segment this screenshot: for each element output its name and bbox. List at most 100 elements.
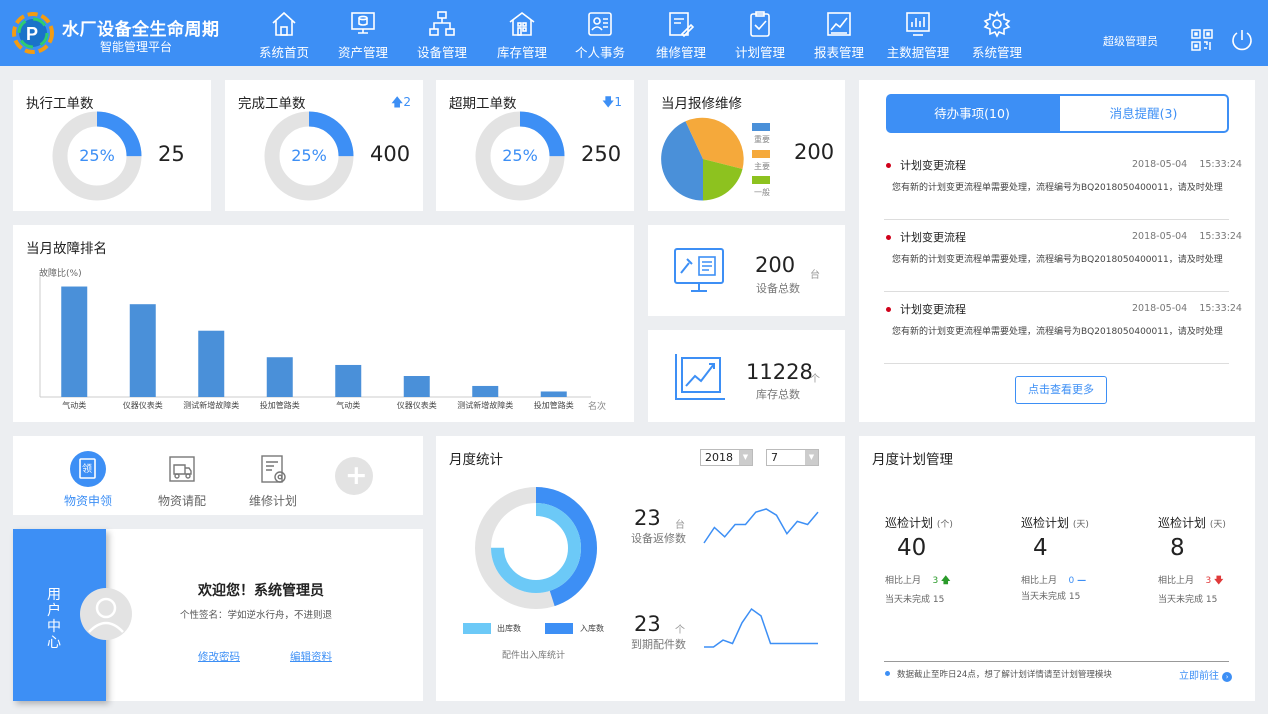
kpi-percent: 25% [79, 146, 115, 165]
nav-label: 计划管理 [734, 45, 785, 60]
fault-bar-chart [39, 277, 591, 398]
kpi-card-completed[interactable]: 完成工单数 🡅2 25% 400 [225, 80, 423, 211]
nav-label: 资产管理 [337, 45, 388, 60]
truck-icon [169, 456, 195, 482]
change-password-link[interactable]: 修改密码 [198, 649, 240, 664]
view-more-button[interactable]: 点击查看更多 [1015, 376, 1107, 404]
power-icon[interactable] [1230, 28, 1254, 52]
bar-category-label: 气动类 [336, 401, 361, 410]
top-header: P 水厂设备全生命周期 智能管理平台 系统首页 资产管理 设备管理 库存管理 个… [0, 0, 1268, 66]
legend-label: 主要 [754, 162, 770, 171]
nav-device[interactable]: 设备管理 [406, 8, 478, 62]
arrow-up-icon: 🡅 [391, 95, 404, 109]
trend-down: 🡇1 [602, 93, 622, 114]
nav-master-data[interactable]: 主数据管理 [882, 8, 954, 62]
user-center-label: 用户中心 [47, 587, 61, 651]
kpi-card-overdue[interactable]: 超期工单数 🡇1 25% 250 [436, 80, 634, 211]
go-now-link[interactable]: 立即前往 › [1179, 667, 1233, 682]
bar[interactable] [540, 391, 567, 397]
qr-code-icon[interactable] [1190, 28, 1214, 52]
month-value: 7 [771, 451, 778, 464]
tab-messages[interactable]: 消息提醒(3) [1058, 94, 1229, 133]
nav-system[interactable]: 系统管理 [961, 8, 1033, 62]
todo-desc: 您有新的计划变更流程单需要处理，流程编号为BQ2018050400011，请及时… [892, 255, 1223, 265]
nav-label: 个人事务 [574, 45, 625, 60]
brand-title: 水厂设备全生命周期 [62, 20, 220, 40]
legend-swatch-in [545, 623, 573, 634]
device-total: 200 [755, 253, 796, 277]
todo-item[interactable]: 计划变更流程 2018-05-04 15:33:24 您有新的计划变更流程单需要… [884, 226, 1242, 292]
nav-label: 系统管理 [971, 45, 1022, 60]
gear-icon [983, 10, 1011, 38]
nav-label: 主数据管理 [886, 45, 950, 60]
bar[interactable] [129, 304, 156, 397]
stock-total: 11228 [746, 360, 813, 384]
bar[interactable] [266, 357, 293, 397]
fault-ranking-card: 当月故障排名 故障比(%) 名次 气动类 仪器仪表类 测试新增故障类 投加管路类 气动类… [13, 225, 634, 422]
kpi-value: 25 [158, 142, 185, 166]
avatar[interactable] [80, 588, 132, 640]
nav-stock[interactable]: 库存管理 [486, 8, 558, 62]
legend-swatch [752, 150, 770, 158]
add-shortcut-button[interactable]: + [335, 457, 373, 495]
plan-footer-note: 数据截止至昨日24点，想了解计划详情请至计划管理模块 [897, 670, 1112, 680]
plan-value: 8 [1170, 535, 1185, 561]
repair-title: 当月报修维修 [661, 96, 742, 112]
nav-repair[interactable]: 维修管理 [645, 8, 717, 62]
plan-name: 巡检计划 (天) [1021, 514, 1131, 531]
nav-personal[interactable]: 个人事务 [564, 8, 636, 62]
legend-swatch [752, 123, 770, 131]
plan-name-text: 巡检计划 [1021, 516, 1070, 530]
plan-item[interactable]: 巡检计划 (天) 4 相比上月 0 — 当天未完成 15 [1021, 514, 1131, 602]
quick-apply[interactable]: 领 物资申领 [53, 450, 123, 509]
expiring-parts-label: 到期配件数 [631, 638, 686, 651]
bullet-dot-icon [886, 307, 891, 312]
chevron-down-icon: ▼ [805, 450, 818, 465]
nav-report[interactable]: 报表管理 [803, 8, 875, 62]
user-name[interactable]: 超级管理员 [1103, 33, 1158, 49]
monthly-plan-card: 月度计划管理 巡检计划 (个) 40 相比上月 3 🡅 当天未完成 15 巡检计… [859, 436, 1255, 701]
device-total-card[interactable]: 200 台 设备总数 [648, 225, 845, 316]
bar[interactable] [61, 286, 88, 397]
todo-desc: 您有新的计划变更流程单需要处理，流程编号为BQ2018050400011，请及时… [892, 183, 1223, 193]
todo-item[interactable]: 计划变更流程 2018-05-04 15:33:24 您有新的计划变更流程单需要… [884, 154, 1242, 220]
todo-item[interactable]: 计划变更流程 2018-05-04 15:33:24 您有新的计划变更流程单需要… [884, 298, 1242, 364]
monthly-title: 月度统计 [449, 452, 503, 468]
repair-pie-chart [661, 117, 744, 201]
plan-item[interactable]: 巡检计划 (天) 8 相比上月 3 🡇 当天未完成 15 [1158, 514, 1268, 605]
bar[interactable] [335, 364, 362, 397]
bar[interactable] [198, 330, 225, 397]
stock-chart-icon [675, 354, 725, 400]
nav-label: 系统首页 [258, 45, 309, 60]
arrow-down-icon: 🡇 [602, 95, 615, 109]
tab-todo[interactable]: 待办事项(10) [886, 94, 1058, 133]
svg-text:P: P [26, 24, 38, 44]
month-select[interactable]: 7 ▼ [766, 449, 819, 466]
year-select[interactable]: 2018 ▼ [700, 449, 753, 466]
user-center-card: 用户中心 欢迎您！系统管理员 个性签名：学如逆水行舟，不进则退 修改密码 编辑资… [13, 529, 423, 701]
bar[interactable] [403, 376, 430, 397]
nav-plan[interactable]: 计划管理 [724, 8, 796, 62]
edit-profile-link[interactable]: 编辑资料 [290, 649, 332, 664]
sparkline-line [703, 508, 819, 544]
nav-asset[interactable]: 资产管理 [327, 8, 399, 62]
apply-icon: 领 [70, 451, 106, 487]
repair-card[interactable]: 当月报修维修 重要 主要 一般 200 [648, 80, 845, 211]
kpi-percent: 25% [502, 146, 538, 165]
plan-item[interactable]: 巡检计划 (个) 40 相比上月 3 🡅 当天未完成 15 [885, 514, 995, 605]
repair-value: 200 [794, 140, 835, 164]
todo-date-time: 15:33:24 [1199, 303, 1242, 314]
legend-label: 一般 [754, 188, 770, 197]
todo-date: 2018-05-04 15:33:24 [1132, 303, 1242, 314]
nav-label: 维修管理 [655, 45, 706, 60]
nav-home[interactable]: 系统首页 [248, 8, 320, 62]
plan-compare: 相比上月 3 🡇 [1158, 573, 1268, 589]
quick-label: 维修计划 [248, 494, 297, 508]
bar[interactable] [472, 385, 499, 397]
kpi-card-executing[interactable]: 执行工单数 25% 25 [13, 80, 211, 211]
stock-total-card[interactable]: 11228 个 库存总数 [648, 330, 845, 422]
nav-label: 报表管理 [813, 45, 864, 60]
quick-maint-plan[interactable]: 维修计划 [238, 450, 308, 509]
year-value: 2018 [705, 451, 733, 464]
quick-dispatch[interactable]: 物资请配 [147, 450, 217, 509]
